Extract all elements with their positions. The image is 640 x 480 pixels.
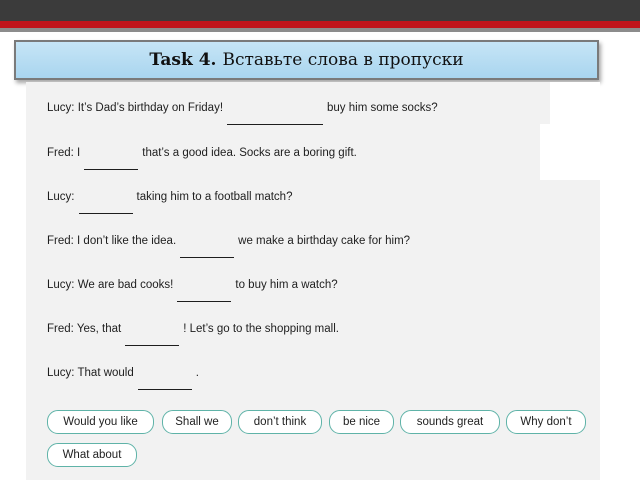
word-chip[interactable]: Shall we: [162, 410, 232, 434]
speaker-label: Lucy:: [47, 191, 75, 203]
dialogue-line: Lucy: That would.: [47, 365, 199, 390]
line-text: we make a birthday cake for him?: [238, 235, 411, 247]
slide-red-stripe: [0, 21, 640, 28]
speaker-label: Lucy:: [47, 102, 75, 114]
blank-gap[interactable]: [177, 277, 232, 302]
dialogue-line: Lucy: taking him to a football match?: [47, 189, 293, 214]
blank-gap[interactable]: [78, 189, 133, 214]
slide-top-band: [0, 0, 640, 22]
line-text: to buy him a watch?: [235, 279, 338, 291]
word-chip[interactable]: be nice: [329, 410, 394, 434]
line-text: I: [77, 147, 81, 159]
line-text: I don’t like the idea.: [77, 235, 177, 247]
line-text: .: [195, 367, 199, 379]
speaker-label: Fred:: [47, 323, 74, 335]
line-text: We are bad cooks!: [77, 279, 174, 291]
speaker-label: Fred:: [47, 235, 74, 247]
dialogue-line: Fred: Yes, that ! Let’s go to the shoppin…: [47, 321, 339, 346]
blank-gap[interactable]: [180, 233, 235, 258]
dialogue-line: Fred: Ithat’s a good idea. Socks are a b…: [47, 145, 357, 170]
word-chip[interactable]: Would you like: [47, 410, 154, 434]
speaker-label: Fred:: [47, 147, 74, 159]
word-chip[interactable]: sounds great: [400, 410, 500, 434]
line-text: taking him to a football match?: [136, 191, 293, 203]
speaker-label: Lucy:: [47, 367, 75, 379]
blank-gap[interactable]: [125, 321, 180, 346]
dialogue-line: Lucy: We are bad cooks! to buy him a watc…: [47, 277, 338, 302]
line-text: buy him some socks?: [327, 102, 438, 114]
line-text: Yes, that: [76, 323, 122, 335]
speaker-label: Lucy:: [47, 279, 75, 291]
line-text: ! Let’s go to the shopping mall.: [183, 323, 339, 335]
panel-cutout: [550, 82, 600, 124]
blank-gap[interactable]: [137, 365, 192, 390]
word-chip[interactable]: don’t think: [238, 410, 322, 434]
word-chip[interactable]: Why don’t: [506, 410, 586, 434]
task-title-banner: Task 4. Вставьте слова в пропуски: [14, 40, 599, 80]
line-text: It’s Dad’s birthday on Friday!: [77, 102, 224, 114]
word-chip[interactable]: What about: [47, 443, 137, 467]
dialogue-line: Fred: I don’t like the idea. we make a bi…: [47, 233, 411, 258]
task-number: Task 4.: [149, 50, 217, 70]
blank-gap[interactable]: [227, 100, 324, 125]
line-text: That would: [77, 367, 134, 379]
dialogue-line: Lucy: It’s Dad’s birthday on Friday! buy …: [47, 100, 438, 125]
blank-gap[interactable]: [84, 145, 139, 170]
task-instruction: Вставьте слова в пропуски: [222, 50, 464, 70]
panel-cutout: [540, 124, 600, 180]
line-text: that’s a good idea. Socks are a boring g…: [142, 147, 357, 159]
slide-gray-stripe: [0, 28, 640, 32]
